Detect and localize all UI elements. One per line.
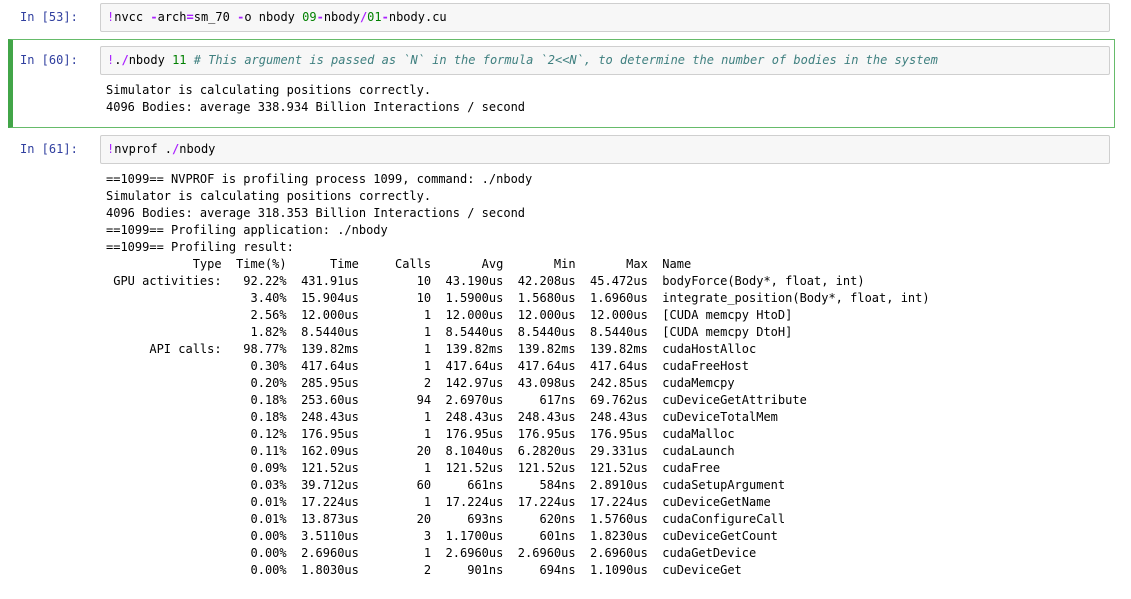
cell-prompt-53: In [53]: [20, 10, 78, 24]
code-token: nbody [323, 10, 360, 24]
code-token: # This argument is passed as `N` in the … [193, 53, 938, 67]
code-input-61[interactable]: !nvprof ./nbody [100, 135, 1110, 164]
code-token: 01 [367, 10, 382, 24]
code-token: / [121, 53, 129, 67]
cell-prompt-61: In [61]: [20, 142, 78, 156]
code-token: arch [157, 10, 187, 24]
code-token: 09 [302, 10, 317, 24]
code-token: o nbody [244, 10, 303, 24]
code-token: nbody [179, 142, 216, 156]
code-token: sm_70 [193, 10, 238, 24]
cell-output-60: Simulator is calculating positions corre… [106, 83, 526, 114]
code-token: 11 [172, 53, 187, 67]
code-token: nbody.cu [388, 10, 447, 24]
code-token: - [381, 10, 389, 24]
cell-prompt-60: In [60]: [20, 53, 78, 67]
cell-output-61: ==1099== NVPROF is profiling process 109… [106, 172, 930, 577]
code-token: nvcc [114, 10, 151, 24]
code-input-60[interactable]: !./nbody 11 # This argument is passed as… [100, 46, 1110, 75]
code-token: - [150, 10, 158, 24]
code-input-53[interactable]: !nvcc -arch=sm_70 -o nbody 09-nbody/01-n… [100, 3, 1110, 32]
code-token: nvprof . [114, 142, 173, 156]
code-token: nbody [128, 53, 173, 67]
code-token: - [316, 10, 324, 24]
code-token: = [186, 10, 194, 24]
